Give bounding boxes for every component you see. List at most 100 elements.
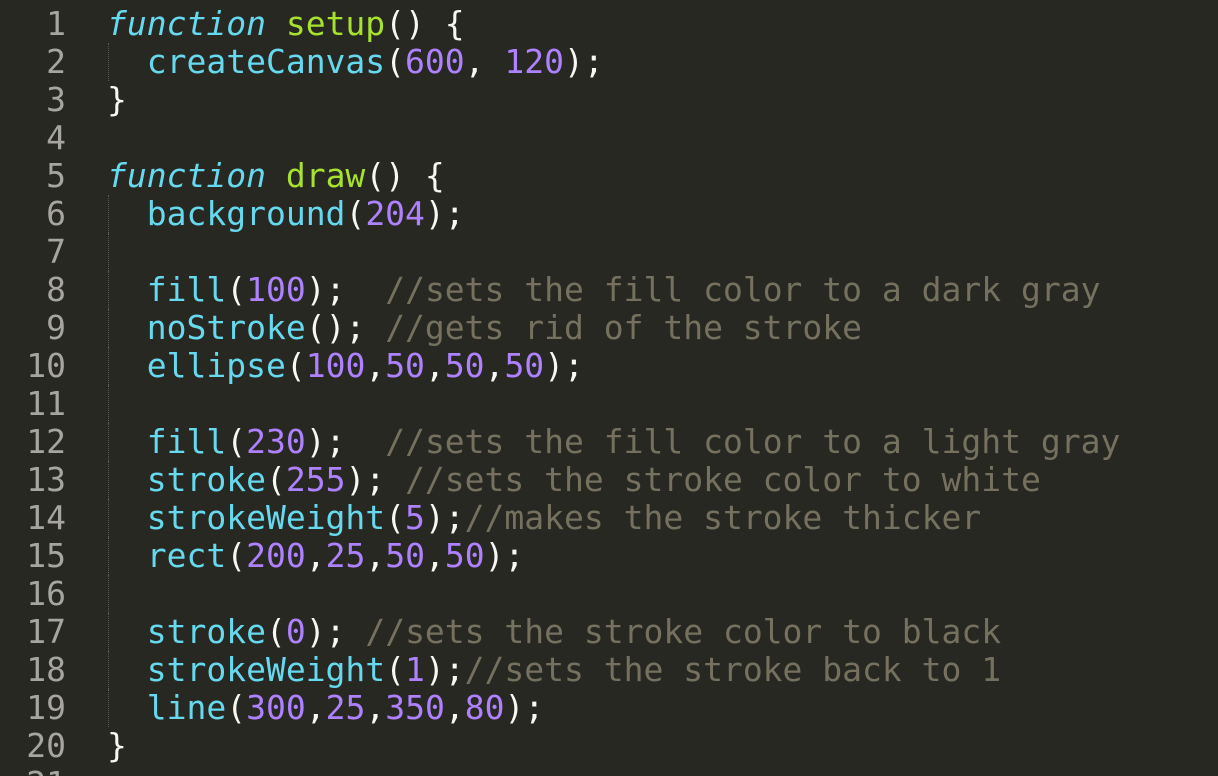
code-line[interactable]: 3} [0, 81, 1218, 119]
comment-token: //sets the fill color to a dark gray [385, 270, 1101, 309]
code-line[interactable]: 8 fill(100); //sets the fill color to a … [0, 271, 1218, 309]
line-number: 2 [46, 42, 66, 81]
punctuation-token [107, 460, 147, 499]
number-token: 204 [365, 194, 425, 233]
code-text[interactable]: } [107, 727, 127, 765]
punctuation-token [266, 4, 286, 43]
function-call-token: ellipse [146, 346, 286, 385]
punctuation-token: } [107, 726, 127, 765]
number-token: 50 [444, 346, 485, 385]
code-line[interactable]: 18 strokeWeight(1);//sets the stroke bac… [0, 651, 1218, 689]
line-number: 10 [26, 346, 66, 385]
comment-token: //sets the stroke back to 1 [464, 650, 1002, 689]
line-number: 7 [46, 232, 66, 271]
number-token: 1 [405, 650, 425, 689]
line-number: 19 [26, 688, 66, 727]
number-token: 300 [246, 688, 306, 727]
code-text[interactable]: } [107, 81, 127, 119]
code-line[interactable]: 13 stroke(255); //sets the stroke color … [0, 461, 1218, 499]
punctuation-token: ( [345, 194, 366, 233]
code-text[interactable]: rect(200,25,50,50); [107, 536, 525, 575]
comment-token: //makes the stroke thicker [464, 498, 982, 537]
punctuation-token: ); [424, 650, 465, 689]
code-text[interactable]: strokeWeight(1);//sets the stroke back t… [107, 651, 1001, 689]
code-line[interactable]: 6 background(204); [0, 195, 1218, 233]
code-line[interactable]: 2 createCanvas(600, 120); [0, 43, 1218, 81]
comment-token: //gets rid of the stroke [385, 308, 863, 347]
code-line[interactable]: 5 function draw() { [0, 157, 1218, 195]
number-token: 25 [325, 688, 366, 727]
code-line[interactable]: 19 line(300,25,350,80); [0, 689, 1218, 727]
code-text[interactable]: ellipse(100,50,50,50); [107, 347, 584, 385]
punctuation-token [107, 422, 147, 461]
code-line[interactable]: 17 stroke(0); //sets the stroke color to… [0, 613, 1218, 651]
number-token: 80 [464, 688, 505, 727]
number-token: 0 [285, 612, 306, 651]
line-number: 21 [0, 765, 66, 776]
code-line[interactable]: 21 [0, 765, 1218, 776]
punctuation-token [107, 308, 147, 347]
punctuation-token: ); [305, 612, 366, 651]
code-line[interactable]: 20} [0, 727, 1218, 765]
punctuation-token [107, 612, 147, 651]
code-line[interactable]: 9 noStroke(); //gets rid of the stroke [0, 309, 1218, 347]
code-line[interactable]: 4 [0, 119, 1218, 157]
punctuation-token: () { [385, 4, 465, 43]
comment-token: //sets the stroke color to black [365, 612, 1002, 651]
code-line[interactable]: 12 fill(230); //sets the fill color to a… [0, 423, 1218, 461]
code-text[interactable]: function setup() { [107, 5, 465, 43]
code-text[interactable]: fill(230); //sets the fill color to a li… [107, 422, 1121, 461]
function-call-token: noStroke [146, 308, 306, 347]
function-call-token: fill [146, 270, 227, 309]
number-token: 230 [246, 422, 306, 461]
punctuation-token: , [464, 42, 505, 81]
code-text[interactable]: createCanvas(600, 120); [107, 43, 604, 81]
code-text[interactable]: background(204); [107, 195, 465, 233]
punctuation-token: ( [226, 536, 247, 575]
code-text[interactable]: function draw() { [107, 157, 445, 195]
code-line[interactable]: 16 [0, 575, 1218, 613]
number-token: 255 [285, 460, 346, 499]
code-text[interactable]: stroke(255); //sets the stroke color to … [107, 461, 1041, 499]
comment-token: //sets the stroke color to white [405, 460, 1041, 499]
punctuation-token: , [424, 346, 445, 385]
number-token: 50 [504, 346, 545, 385]
punctuation-token: ( [385, 42, 406, 81]
code-lines[interactable]: 1 function setup() {2 createCanvas(600, 1… [0, 5, 1218, 776]
function-call-token: stroke [146, 612, 266, 651]
indent-guide [108, 385, 109, 423]
punctuation-token: ( [226, 270, 247, 309]
punctuation-token [107, 498, 147, 537]
number-token: 25 [325, 536, 366, 575]
code-line[interactable]: 15 rect(200,25,50,50); [0, 537, 1218, 575]
code-text[interactable]: noStroke(); //gets rid of the stroke [107, 309, 862, 347]
punctuation-token: ); [305, 422, 386, 461]
line-number: 6 [46, 194, 66, 233]
code-text[interactable]: strokeWeight(5);//makes the stroke thick… [107, 499, 981, 537]
code-text[interactable]: stroke(0); //sets the stroke color to bl… [107, 613, 1001, 651]
punctuation-token: } [107, 80, 127, 119]
code-line[interactable]: 11 [0, 385, 1218, 423]
punctuation-token [107, 42, 147, 81]
punctuation-token: , [365, 346, 386, 385]
code-text[interactable]: fill(100); //sets the fill color to a da… [107, 270, 1101, 309]
punctuation-token: ( [226, 688, 247, 727]
code-line[interactable]: 10 ellipse(100,50,50,50); [0, 347, 1218, 385]
punctuation-token [107, 346, 147, 385]
line-number: 12 [26, 422, 66, 461]
punctuation-token: , [365, 536, 386, 575]
number-token: 200 [246, 536, 306, 575]
code-line[interactable]: 7 [0, 233, 1218, 271]
punctuation-token: , [305, 688, 326, 727]
function-call-token: stroke [146, 460, 266, 499]
number-token: 50 [385, 536, 425, 575]
keyword-token: function [107, 156, 266, 195]
punctuation-token: , [365, 688, 386, 727]
punctuation-token [107, 650, 147, 689]
code-line[interactable]: 1 function setup() { [0, 5, 1218, 43]
code-line[interactable]: 14 strokeWeight(5);//makes the stroke th… [0, 499, 1218, 537]
line-number: 20 [26, 726, 66, 765]
indent-guide [108, 233, 109, 271]
code-text[interactable]: line(300,25,350,80); [107, 689, 544, 727]
code-editor[interactable]: 1 function setup() {2 createCanvas(600, 1… [0, 0, 1218, 776]
